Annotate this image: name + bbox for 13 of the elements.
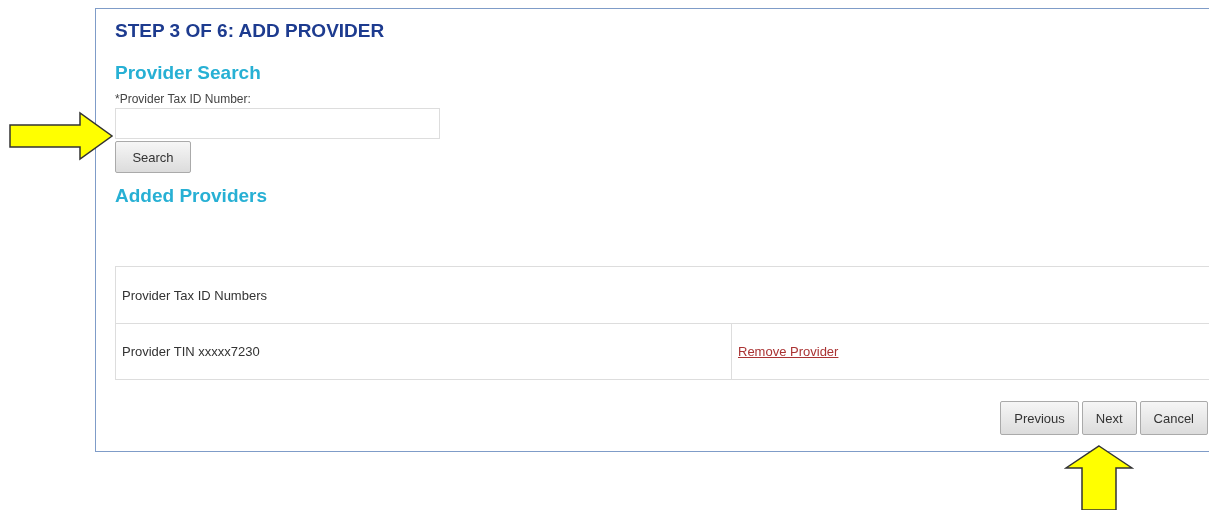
search-button[interactable]: Search xyxy=(115,141,191,173)
nav-button[interactable]: Cancel xyxy=(1139,401,1208,435)
section-heading: Provider Search xyxy=(115,62,261,84)
nav-button[interactable]: Previous xyxy=(1000,401,1079,435)
section-heading: Added Providers xyxy=(115,185,268,207)
table-cell: Provider TIN xxxxx7230 xyxy=(115,323,732,380)
remove-provider-link[interactable]: Remove Provider xyxy=(738,344,839,359)
tax-id-field[interactable] xyxy=(115,108,440,139)
nav-button[interactable]: Next xyxy=(1081,401,1137,435)
step-title: STEP 3 OF 6: ADD PROVIDER xyxy=(115,20,385,42)
field-label: *Provider Tax ID Number: xyxy=(115,92,251,106)
callout-arrow xyxy=(1064,444,1134,510)
table-header-cell: Provider Tax ID Numbers xyxy=(115,266,1209,324)
